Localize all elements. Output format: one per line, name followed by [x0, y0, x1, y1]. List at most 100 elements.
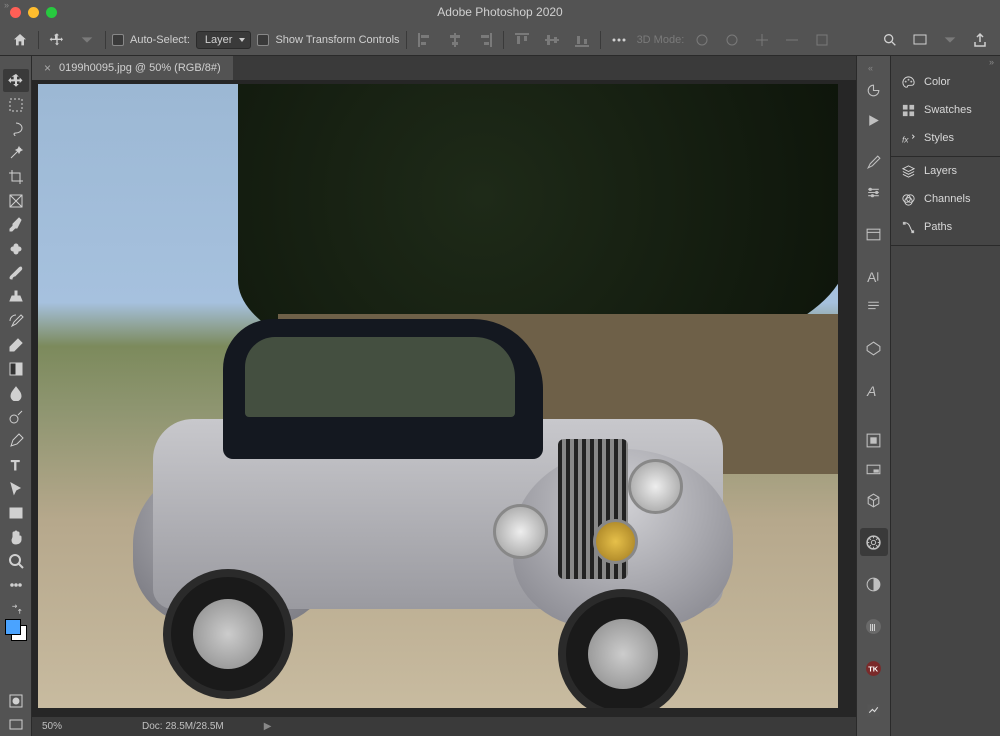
- channels-panel-tab[interactable]: Channels: [891, 185, 1000, 213]
- 3d-pan-icon: [750, 28, 774, 52]
- magic-wand-tool[interactable]: [3, 141, 29, 164]
- align-top-edges-icon[interactable]: [510, 28, 534, 52]
- plugin-panel-icon-4[interactable]: [860, 696, 888, 724]
- quick-mask-button[interactable]: [3, 689, 29, 712]
- eyedropper-tool[interactable]: [3, 213, 29, 236]
- share-icon[interactable]: [968, 28, 992, 52]
- spot-heal-tool[interactable]: [3, 237, 29, 260]
- plugin-panel-icon-1[interactable]: [860, 528, 888, 556]
- status-menu-icon[interactable]: ▶: [264, 721, 272, 732]
- show-transform-label: Show Transform Controls: [275, 34, 399, 46]
- panel-label: Swatches: [924, 104, 972, 116]
- frame-tool[interactable]: [3, 189, 29, 212]
- plugin-panel-tk-icon[interactable]: TK: [860, 654, 888, 682]
- blur-tool[interactable]: [3, 381, 29, 404]
- doc-size[interactable]: Doc: 28.5M/28.5M: [142, 721, 224, 732]
- screen-mode-button[interactable]: [3, 713, 29, 736]
- auto-select-target-dropdown[interactable]: Layer: [196, 31, 252, 49]
- edit-toolbar-button[interactable]: [3, 573, 29, 596]
- hand-tool[interactable]: [3, 525, 29, 548]
- path-select-tool[interactable]: [3, 477, 29, 500]
- align-left-edges-icon[interactable]: [413, 28, 437, 52]
- character-panel-icon[interactable]: A: [860, 262, 888, 290]
- dropdown-value: Layer: [205, 34, 233, 46]
- svg-text:TK: TK: [868, 664, 879, 673]
- swap-colors-icon[interactable]: [3, 603, 29, 617]
- tool-preset-dropdown[interactable]: [75, 28, 99, 52]
- canvas[interactable]: [32, 80, 856, 736]
- canvas-area: × 0199h0095.jpg @ 50% (RGB/8#): [32, 56, 856, 736]
- foreground-color-swatch[interactable]: [5, 619, 21, 635]
- history-panel-icon[interactable]: [860, 76, 888, 104]
- marquee-tool[interactable]: [3, 93, 29, 116]
- brush-settings-icon[interactable]: [860, 148, 888, 176]
- swatches-panel-tab[interactable]: Swatches: [891, 96, 1000, 124]
- align-horizontal-centers-icon[interactable]: [443, 28, 467, 52]
- separator: [503, 31, 504, 49]
- brush-tool[interactable]: [3, 261, 29, 284]
- separator: [600, 31, 601, 49]
- move-tool-icon[interactable]: [45, 28, 69, 52]
- screen-mode-dropdown-icon[interactable]: [938, 28, 962, 52]
- panel-label: Channels: [924, 193, 970, 205]
- close-tab-icon[interactable]: ×: [44, 61, 51, 75]
- title-bar: Adobe Photoshop 2020: [0, 0, 1000, 24]
- clone-stamp-tool[interactable]: [3, 285, 29, 308]
- search-icon[interactable]: [878, 28, 902, 52]
- properties-panel-icon[interactable]: [860, 426, 888, 454]
- rectangle-shape-tool[interactable]: [3, 501, 29, 524]
- svg-text:Ⅲ: Ⅲ: [869, 622, 876, 633]
- separator: [406, 31, 407, 49]
- gradient-tool[interactable]: [3, 357, 29, 380]
- libraries-panel-icon[interactable]: [860, 220, 888, 248]
- info-panel-icon[interactable]: [860, 334, 888, 362]
- 3d-panel-icon[interactable]: [860, 486, 888, 514]
- panel-label: Layers: [924, 165, 957, 177]
- adjustments-panel-icon[interactable]: [860, 178, 888, 206]
- align-vertical-centers-icon[interactable]: [540, 28, 564, 52]
- lasso-tool[interactable]: [3, 117, 29, 140]
- 3d-mode-label: 3D Mode:: [637, 34, 685, 46]
- plugin-panel-icon-2[interactable]: [860, 570, 888, 598]
- svg-text:T: T: [11, 457, 20, 473]
- panel-label: Color: [924, 76, 950, 88]
- close-window-button[interactable]: [10, 7, 21, 18]
- navigator-panel-icon[interactable]: [860, 456, 888, 484]
- color-panel-tab[interactable]: Color: [891, 68, 1000, 96]
- glyphs-panel-icon[interactable]: A: [860, 376, 888, 404]
- paragraph-panel-icon[interactable]: [860, 292, 888, 320]
- layers-panel-tab[interactable]: Layers: [891, 157, 1000, 185]
- more-align-options-icon[interactable]: [607, 28, 631, 52]
- dodge-tool[interactable]: [3, 405, 29, 428]
- align-bottom-edges-icon[interactable]: [570, 28, 594, 52]
- panel-label: Paths: [924, 221, 952, 233]
- zoom-level[interactable]: 50%: [42, 721, 102, 732]
- document-image[interactable]: [38, 84, 838, 708]
- color-swatches[interactable]: [3, 617, 29, 643]
- history-brush-tool[interactable]: [3, 309, 29, 332]
- type-tool[interactable]: T: [3, 453, 29, 476]
- minimize-window-button[interactable]: [28, 7, 39, 18]
- maximize-window-button[interactable]: [46, 7, 57, 18]
- svg-text:fx: fx: [902, 134, 909, 144]
- document-tab[interactable]: × 0199h0095.jpg @ 50% (RGB/8#): [32, 56, 233, 80]
- move-tool[interactable]: [3, 69, 29, 92]
- crop-tool[interactable]: [3, 165, 29, 188]
- auto-select-checkbox[interactable]: [112, 34, 124, 46]
- home-button[interactable]: [8, 28, 32, 52]
- plugin-panel-icon-3[interactable]: Ⅲ: [860, 612, 888, 640]
- show-transform-checkbox[interactable]: [257, 34, 269, 46]
- collapse-panels-icon[interactable]: «: [868, 62, 879, 74]
- collapse-panel-group-icon[interactable]: »: [891, 56, 1000, 68]
- actions-panel-icon[interactable]: [860, 106, 888, 134]
- paths-panel-tab[interactable]: Paths: [891, 213, 1000, 241]
- options-bar: Auto-Select: Layer Show Transform Contro…: [0, 24, 1000, 56]
- collapse-toolbar-icon[interactable]: »: [0, 0, 9, 12]
- pen-tool[interactable]: [3, 429, 29, 452]
- styles-panel-tab[interactable]: fx Styles: [891, 124, 1000, 152]
- align-right-edges-icon[interactable]: [473, 28, 497, 52]
- screen-mode-icon[interactable]: [908, 28, 932, 52]
- eraser-tool[interactable]: [3, 333, 29, 356]
- panel-label: Styles: [924, 132, 954, 144]
- zoom-tool[interactable]: [3, 549, 29, 572]
